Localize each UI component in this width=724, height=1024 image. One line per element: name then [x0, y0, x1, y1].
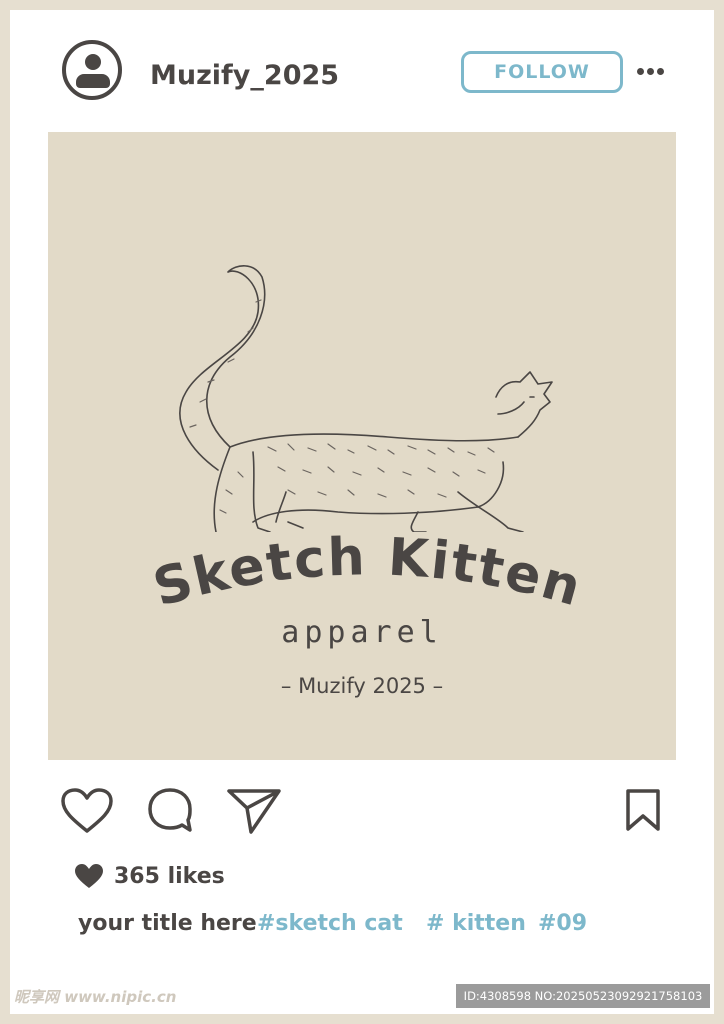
follow-button[interactable]: FOLLOW	[461, 51, 623, 93]
hashtag-link[interactable]: #sketch cat	[257, 911, 403, 936]
heart-filled-icon	[75, 864, 103, 888]
cat-sketch-illustration	[179, 265, 553, 532]
comment-bubble-icon[interactable]	[146, 786, 194, 834]
post-card: Muzify_2025 FOLLOW Sketch Kitten apparel…	[10, 10, 714, 1014]
more-horizontal-icon[interactable]	[637, 65, 665, 77]
send-paper-plane-icon[interactable]	[226, 786, 282, 836]
post-image[interactable]: Sketch Kitten apparel – Muzify 2025 –	[48, 132, 676, 760]
svg-text:Sketch Kitten: Sketch Kitten	[147, 527, 589, 619]
username[interactable]: Muzify_2025	[150, 60, 339, 91]
hashtag-link[interactable]: #09	[538, 911, 587, 936]
brand-subtitle: apparel	[281, 615, 443, 650]
watermark-logo: 昵享网 www.nipic.cn	[14, 988, 177, 1006]
heart-outline-icon[interactable]	[60, 787, 114, 835]
caption-title: your title here	[78, 911, 257, 936]
watermark-id: ID:4308598 NO:20250523092921758103	[456, 984, 710, 1008]
hashtag-link[interactable]: # kitten	[426, 911, 526, 936]
likes-row: 365 likes	[74, 861, 225, 891]
brand-signature: – Muzify 2025 –	[280, 674, 444, 698]
bookmark-icon[interactable]	[624, 788, 662, 832]
brand-title: Sketch Kitten	[147, 527, 589, 619]
user-avatar-icon[interactable]	[62, 40, 122, 100]
brand-title-text: Sketch Kitten	[147, 527, 587, 619]
likes-count[interactable]: 365 likes	[114, 864, 225, 889]
